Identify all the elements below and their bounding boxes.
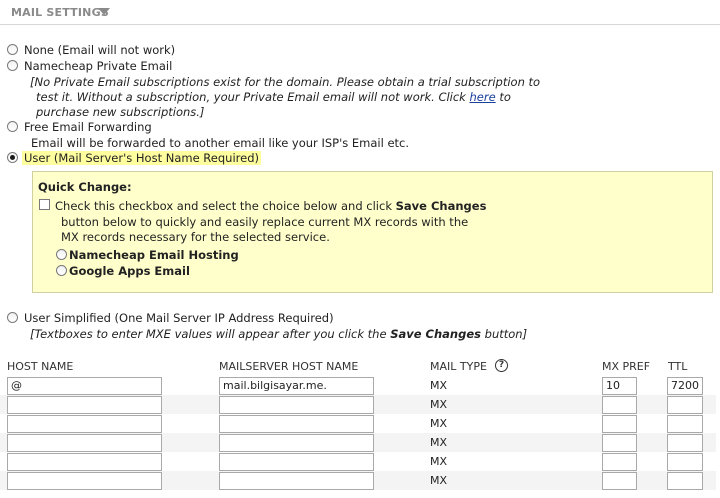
ttl-input[interactable]	[667, 415, 703, 433]
mailserver-host-input[interactable]: mail.bilgisayar.me.	[219, 377, 374, 395]
ttl-input[interactable]: 7200	[667, 377, 703, 395]
user-simplified-note-suffix: button]	[480, 327, 528, 341]
forwarding-description: Email will be forwarded to another email…	[31, 136, 410, 150]
mx-pref-input[interactable]	[602, 396, 637, 414]
host-name-input[interactable]	[7, 396, 162, 414]
mail-type-value: MX	[430, 379, 448, 392]
mail-type-value: MX	[430, 455, 448, 468]
quick-change-line3: MX records necessary for the selected se…	[61, 230, 330, 244]
radio-google-apps-email[interactable]	[56, 265, 67, 276]
ttl-input[interactable]	[667, 434, 703, 452]
host-name-input[interactable]	[7, 453, 162, 471]
quick-change-checkbox[interactable]	[39, 199, 50, 210]
mx-pref-input[interactable]	[602, 415, 637, 433]
mail-type-value: MX	[430, 474, 448, 487]
ttl-input[interactable]	[667, 472, 703, 490]
section-title: MAIL SETTINGS	[11, 6, 109, 19]
quick-change-line1-text: Check this checkbox and select the choic…	[55, 199, 396, 213]
mx-pref-input[interactable]	[602, 453, 637, 471]
quick-change-line1: Check this checkbox and select the choic…	[55, 199, 486, 213]
mail-type-value: MX	[430, 398, 448, 411]
mailserver-host-input[interactable]	[219, 396, 374, 414]
col-header-host-name: HOST NAME	[7, 360, 74, 373]
ttl-input[interactable]	[667, 396, 703, 414]
mail-settings-header[interactable]: MAIL SETTINGS	[0, 0, 720, 25]
mx-pref-input[interactable]	[602, 434, 637, 452]
user-simplified-note-text: [Textboxes to enter MXE values will appe…	[30, 327, 391, 341]
mailserver-host-input[interactable]	[219, 472, 374, 490]
col-header-mailserver-host-name: MAILSERVER HOST NAME	[219, 360, 359, 373]
private-email-note-line1: [No Private Email subscriptions exist fo…	[30, 75, 541, 89]
radio-forwarding[interactable]	[7, 121, 18, 132]
host-name-input[interactable]	[7, 472, 162, 490]
col-header-mx-pref: MX PREF	[602, 360, 651, 373]
private-email-note-line2: test it. Without a subscription, your Pr…	[36, 90, 511, 104]
private-email-note-suffix: to	[495, 90, 511, 104]
private-email-note-text: test it. Without a subscription, your Pr…	[36, 90, 470, 104]
save-changes-note-bold: Save Changes	[390, 327, 481, 341]
option-forwarding-label: Free Email Forwarding	[24, 120, 152, 134]
mail-type-value: MX	[430, 417, 448, 430]
mx-pref-input[interactable]: 10	[602, 377, 637, 395]
host-name-input[interactable]	[7, 415, 162, 433]
user-simplified-note: [Textboxes to enter MXE values will appe…	[30, 327, 527, 341]
radio-user-simplified[interactable]	[7, 312, 18, 323]
google-apps-email-label: Google Apps Email	[69, 264, 190, 278]
host-name-input[interactable]: @	[7, 377, 162, 395]
option-none-label: None (Email will not work)	[24, 43, 176, 57]
col-header-mail-type: MAIL TYPE	[430, 360, 487, 373]
col-header-ttl: TTL	[668, 360, 688, 373]
option-user-simplified-label: User Simplified (One Mail Server IP Addr…	[24, 311, 334, 325]
radio-user[interactable]	[7, 152, 18, 163]
ttl-input[interactable]	[667, 453, 703, 471]
quick-change-line2: button below to quickly and easily repla…	[61, 215, 469, 229]
mailserver-host-input[interactable]	[219, 415, 374, 433]
option-private-email-label: Namecheap Private Email	[24, 59, 173, 73]
mailserver-host-input[interactable]	[219, 434, 374, 452]
option-user-label: User (Mail Server's Host Name Required)	[22, 151, 261, 165]
help-icon[interactable]: ?	[495, 359, 508, 372]
mail-type-value: MX	[430, 436, 448, 449]
private-email-note-line3: purchase new subscriptions.]	[36, 105, 205, 119]
mx-pref-input[interactable]	[602, 472, 637, 490]
chevron-down-icon[interactable]	[97, 6, 111, 16]
purchase-here-link[interactable]: here	[470, 90, 496, 104]
radio-private-email[interactable]	[7, 60, 18, 71]
namecheap-email-hosting-label: Namecheap Email Hosting	[69, 248, 239, 262]
radio-namecheap-email-hosting[interactable]	[56, 249, 67, 260]
host-name-input[interactable]	[7, 434, 162, 452]
save-changes-text: Save Changes	[395, 199, 487, 213]
mailserver-host-input[interactable]	[219, 453, 374, 471]
radio-none[interactable]	[7, 44, 18, 55]
quick-change-title: Quick Change:	[38, 180, 132, 194]
